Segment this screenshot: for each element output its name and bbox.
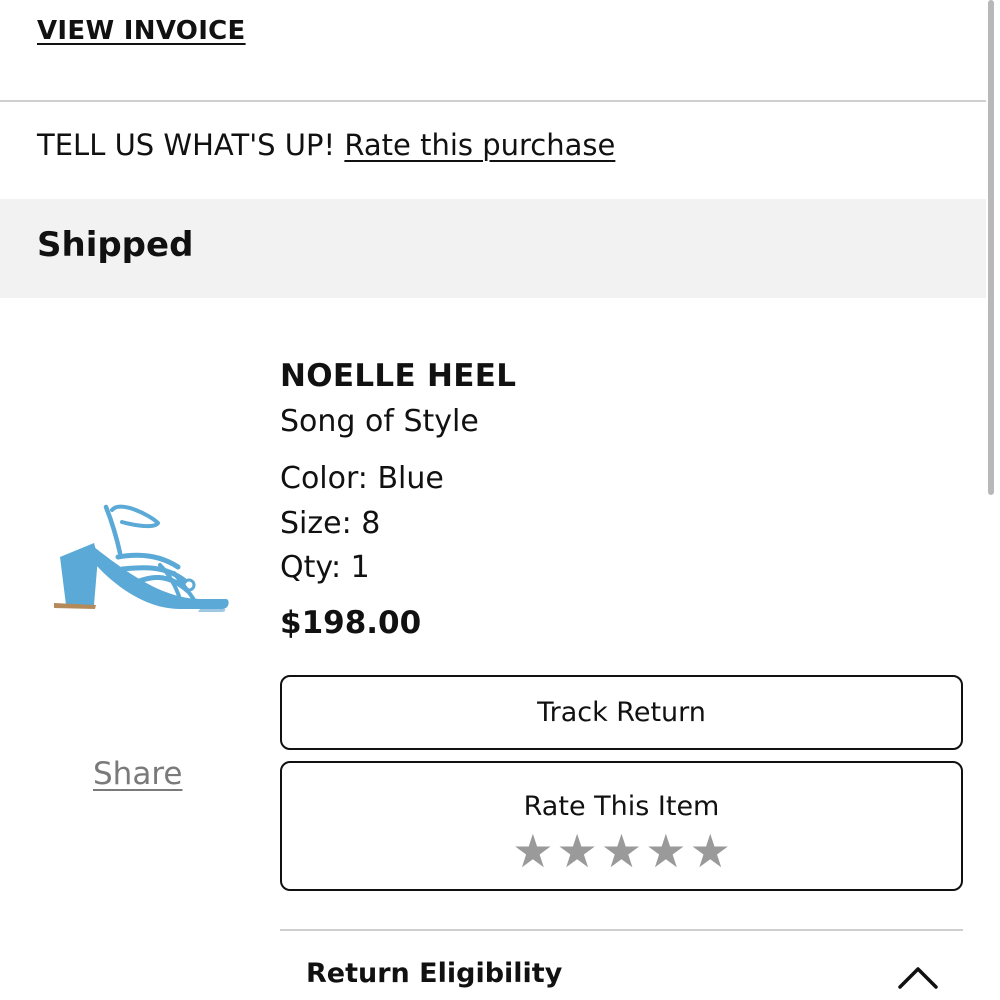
product-color: Color: Blue (280, 461, 444, 496)
product-name[interactable]: NOELLE HEEL (280, 358, 516, 394)
rate-item-label: Rate This Item (523, 791, 720, 822)
product-brand: Song of Style (280, 404, 479, 439)
product-price: $198.00 (280, 605, 422, 641)
star-icon-4[interactable]: ★ (645, 823, 686, 879)
star-rating: ★ ★ ★ ★ ★ (282, 823, 961, 879)
rate-item-box: Rate This Item ★ ★ ★ ★ ★ (280, 761, 963, 891)
rate-purchase-link[interactable]: Rate this purchase (344, 128, 615, 162)
rate-purchase-row: TELL US WHAT'S UP! Rate this purchase (37, 128, 615, 162)
shipment-status-text: Shipped (37, 225, 194, 265)
shipment-status-banner: Shipped (0, 199, 1000, 298)
star-icon-1[interactable]: ★ (512, 823, 553, 879)
track-return-button[interactable]: Track Return (280, 675, 963, 750)
star-icon-5[interactable]: ★ (690, 823, 731, 879)
product-image[interactable] (50, 495, 232, 620)
section-divider (280, 929, 963, 931)
product-qty: Qty: 1 (280, 550, 370, 585)
invoice-row: VIEW INVOICE (0, 0, 988, 102)
chevron-up-icon[interactable] (897, 962, 939, 990)
star-icon-3[interactable]: ★ (601, 823, 642, 879)
view-invoice-link[interactable]: VIEW INVOICE (37, 16, 246, 46)
rate-purchase-prompt: TELL US WHAT'S UP! (37, 128, 336, 162)
scrollbar-thumb[interactable] (988, 0, 994, 495)
return-eligibility-label[interactable]: Return Eligibility (306, 958, 562, 989)
share-link[interactable]: Share (93, 756, 182, 792)
product-size: Size: 8 (280, 506, 381, 541)
order-detail-page: VIEW INVOICE TELL US WHAT'S UP! Rate thi… (0, 0, 1000, 1000)
star-icon-2[interactable]: ★ (557, 823, 598, 879)
